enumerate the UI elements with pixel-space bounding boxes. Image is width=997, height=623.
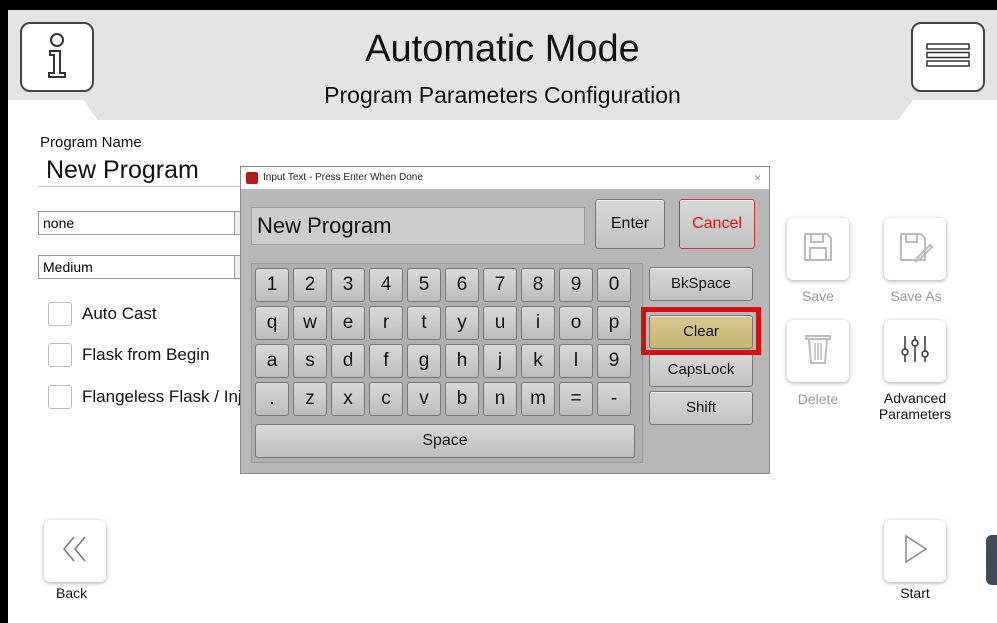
key-y[interactable]: y bbox=[445, 306, 479, 340]
hamburger-menu-icon bbox=[926, 42, 970, 72]
double-chevron-left-icon bbox=[59, 533, 91, 570]
key-a[interactable]: a bbox=[255, 344, 289, 378]
key-9[interactable]: 9 bbox=[559, 268, 593, 302]
key-v[interactable]: v bbox=[407, 382, 441, 416]
key-r[interactable]: r bbox=[369, 306, 403, 340]
dialog-text-input[interactable]: New Program bbox=[251, 207, 585, 245]
select-1[interactable]: none ▼ bbox=[38, 211, 252, 235]
key-b[interactable]: b bbox=[445, 382, 479, 416]
start-label: Start bbox=[900, 585, 930, 601]
flangeless-flask-row[interactable]: Flangeless Flask / Inj bbox=[48, 385, 242, 409]
screen: Automatic Mode Program Parameters Config… bbox=[8, 10, 997, 623]
save-as-icon bbox=[897, 230, 934, 269]
flangeless-flask-label: Flangeless Flask / Inj bbox=[82, 387, 242, 406]
auto-cast-row[interactable]: Auto Cast bbox=[48, 302, 157, 326]
dialog-title-bar: Input Text - Press Enter When Done × bbox=[241, 167, 769, 189]
key-z[interactable]: z bbox=[293, 382, 327, 416]
key-space[interactable]: Space bbox=[255, 424, 635, 458]
key-9-alt[interactable]: 9 bbox=[597, 344, 631, 378]
keyboard-panel: 1 2 3 4 5 6 7 8 9 0 q w e r t y u i o p … bbox=[251, 263, 643, 463]
key-1[interactable]: 1 bbox=[255, 268, 289, 302]
key-3[interactable]: 3 bbox=[331, 268, 365, 302]
key-g[interactable]: g bbox=[407, 344, 441, 378]
trash-icon bbox=[804, 332, 832, 371]
key-s[interactable]: s bbox=[293, 344, 327, 378]
flask-from-begin-checkbox[interactable] bbox=[48, 343, 72, 367]
key-equals[interactable]: = bbox=[559, 382, 593, 416]
key-l[interactable]: l bbox=[559, 344, 593, 378]
page-title: Automatic Mode bbox=[365, 28, 640, 70]
key-p[interactable]: p bbox=[597, 306, 631, 340]
flask-from-begin-label: Flask from Begin bbox=[82, 345, 210, 364]
flask-from-begin-row[interactable]: Flask from Begin bbox=[48, 343, 210, 367]
key-t[interactable]: t bbox=[407, 306, 441, 340]
back-label: Back bbox=[56, 585, 88, 601]
key-6[interactable]: 6 bbox=[445, 268, 479, 302]
key-o[interactable]: o bbox=[559, 306, 593, 340]
app-icon bbox=[246, 172, 258, 184]
key-0[interactable]: 0 bbox=[597, 268, 631, 302]
auto-cast-label: Auto Cast bbox=[82, 304, 157, 323]
clear-key-highlight bbox=[641, 307, 761, 355]
key-i[interactable]: i bbox=[521, 306, 555, 340]
save-icon bbox=[801, 230, 835, 269]
advanced-parameters-label: Advanced Parameters bbox=[878, 390, 952, 422]
save-label: Save bbox=[802, 288, 834, 304]
delete-button[interactable] bbox=[787, 320, 849, 382]
key-k[interactable]: k bbox=[521, 344, 555, 378]
advanced-parameters-button[interactable] bbox=[884, 320, 946, 382]
select-2[interactable]: Medium ▼ bbox=[38, 255, 252, 279]
key-x[interactable]: x bbox=[331, 382, 365, 416]
info-button[interactable] bbox=[20, 22, 94, 92]
auto-cast-checkbox[interactable] bbox=[48, 302, 72, 326]
close-icon[interactable]: × bbox=[754, 167, 761, 189]
key-f[interactable]: f bbox=[369, 344, 403, 378]
key-h[interactable]: h bbox=[445, 344, 479, 378]
key-period[interactable]: . bbox=[255, 382, 289, 416]
key-u[interactable]: u bbox=[483, 306, 517, 340]
program-name-label: Program Name bbox=[40, 134, 142, 151]
remote-control-tab[interactable] bbox=[986, 535, 997, 585]
sliders-icon bbox=[899, 332, 931, 371]
dialog-title: Input Text - Press Enter When Done bbox=[263, 172, 423, 183]
play-icon bbox=[900, 533, 930, 570]
key-2[interactable]: 2 bbox=[293, 268, 327, 302]
key-5[interactable]: 5 bbox=[407, 268, 441, 302]
start-button[interactable] bbox=[884, 520, 946, 582]
delete-label: Delete bbox=[797, 391, 839, 407]
key-w[interactable]: w bbox=[293, 306, 327, 340]
save-as-label: Save As bbox=[890, 288, 942, 304]
cancel-button[interactable]: Cancel bbox=[679, 199, 755, 249]
select-2-value: Medium bbox=[43, 259, 93, 275]
save-as-button[interactable] bbox=[884, 218, 946, 280]
key-8[interactable]: 8 bbox=[521, 268, 555, 302]
key-7[interactable]: 7 bbox=[483, 268, 517, 302]
key-n[interactable]: n bbox=[483, 382, 517, 416]
key-e[interactable]: e bbox=[331, 306, 365, 340]
page-subtitle: Program Parameters Configuration bbox=[324, 82, 681, 108]
save-button[interactable] bbox=[787, 218, 849, 280]
select-1-value: none bbox=[43, 215, 75, 231]
key-minus[interactable]: - bbox=[597, 382, 631, 416]
key-j[interactable]: j bbox=[483, 344, 517, 378]
shift-key[interactable]: Shift bbox=[649, 391, 753, 425]
capslock-key[interactable]: CapsLock bbox=[649, 353, 753, 387]
flangeless-flask-checkbox[interactable] bbox=[48, 385, 72, 409]
key-4[interactable]: 4 bbox=[369, 268, 403, 302]
menu-button[interactable] bbox=[911, 22, 985, 92]
backspace-key[interactable]: BkSpace bbox=[649, 267, 753, 301]
input-text-dialog: Input Text - Press Enter When Done × New… bbox=[240, 166, 770, 474]
key-d[interactable]: d bbox=[331, 344, 365, 378]
enter-button[interactable]: Enter bbox=[595, 199, 665, 249]
info-icon bbox=[42, 31, 72, 84]
key-c[interactable]: c bbox=[369, 382, 403, 416]
back-button[interactable] bbox=[44, 520, 106, 582]
key-m[interactable]: m bbox=[521, 382, 555, 416]
key-q[interactable]: q bbox=[255, 306, 289, 340]
